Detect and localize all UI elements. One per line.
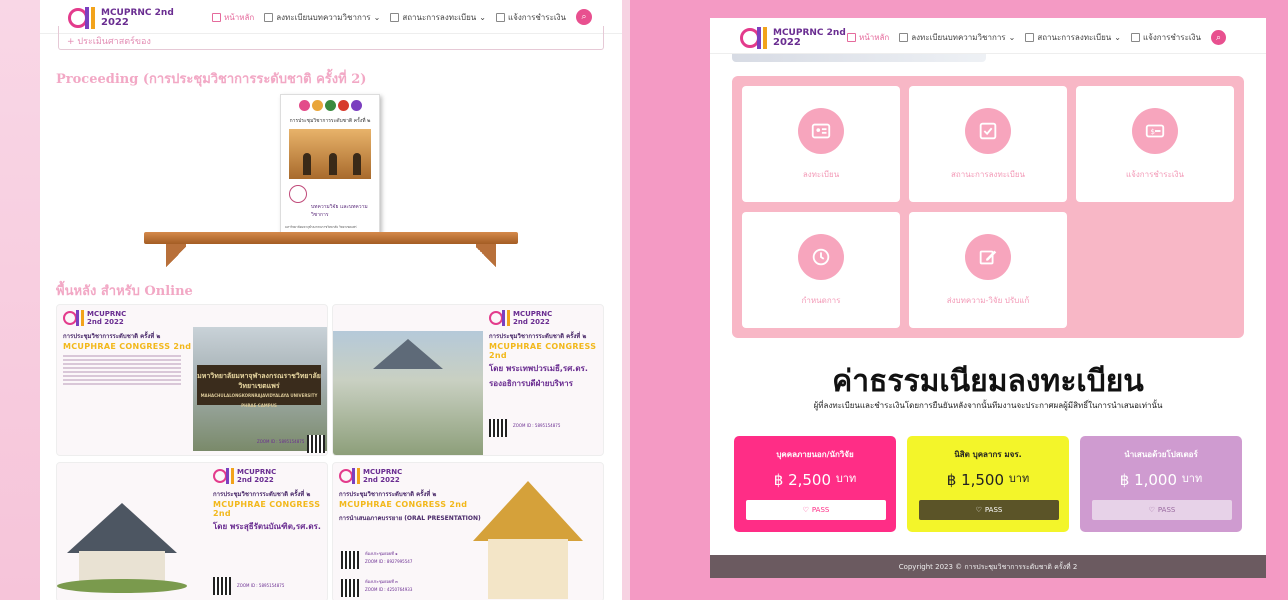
logo-line2: 2022	[773, 37, 801, 48]
heart-icon: ♡	[975, 506, 982, 514]
money-icon: $	[1132, 108, 1178, 154]
search-button[interactable]: ⌕	[1211, 30, 1226, 45]
site-logo[interactable]: MCUPRNC 2nd 2022	[740, 24, 846, 52]
document-icon	[899, 33, 909, 42]
university-seal-icon	[289, 185, 307, 203]
book-cover-photo	[289, 129, 371, 179]
menu-tile-grid: ลงทะเบียน สถานะการลงทะเบียน $ แจ้งการชำร…	[732, 76, 1244, 338]
document-icon	[264, 12, 274, 22]
logo-mark-icon	[489, 309, 511, 327]
search-button[interactable]: ⌕	[576, 9, 592, 25]
chevron-down-icon: ⌄	[1114, 33, 1121, 42]
heart-icon: ♡	[802, 506, 809, 514]
heart-icon: ♡	[1148, 506, 1155, 514]
credit-card-icon	[495, 12, 505, 22]
book-title: การประชุมวิชาการระดับชาติ ครั้งที่ ๒	[289, 118, 371, 124]
temple-building-photo	[57, 503, 187, 593]
banner-edge	[732, 54, 986, 62]
proceeding-title: Proceeding (การประชุมวิชาการระดับชาติ คร…	[56, 72, 367, 87]
nav-menu: หน้าหลัก ลงทะเบียนบทความวิชาการ ⌄ สถานะกา…	[211, 9, 592, 25]
background-card-4[interactable]: MCUPRNC 2nd 2022 การประชุมวิชาการระดับชา…	[332, 462, 604, 600]
background-card-1[interactable]: มหาวิทยาลัยมหาจุฬาลงกรณราชวิทยาลัย วิทยา…	[56, 304, 328, 456]
credit-card-icon	[1130, 33, 1140, 42]
background-section-title: พื้นหลัง สำหรับ Online	[56, 284, 193, 299]
top-navbar: MCUPRNC 2nd 2022 หน้าหลัก ลงทะเบียนบทควา…	[710, 18, 1266, 54]
book-subtitle: บทความวิจัย และบทความวิชาการ	[311, 204, 368, 218]
chevron-down-icon: ⌄	[1008, 33, 1016, 42]
tile-schedule[interactable]: กำหนดการ	[742, 212, 900, 328]
edit-icon	[965, 234, 1011, 280]
tile-submit-revision[interactable]: ส่งบทความ-วิจัย ปรับแก้	[909, 212, 1067, 328]
proceeding-book-cover[interactable]: การประชุมวิชาการระดับชาติ ครั้งที่ ๒ บทค…	[280, 94, 380, 234]
divider-strip	[622, 0, 630, 600]
logo-mark-icon	[213, 467, 235, 485]
tile-payment-notice[interactable]: $ แจ้งการชำระเงิน	[1076, 86, 1234, 202]
nav-menu: หน้าหลัก ลงทะเบียนบทความวิชาการ ⌄ สถานะกา…	[846, 30, 1226, 45]
tile-register[interactable]: ลงทะเบียน	[742, 86, 900, 202]
tile-registration-status[interactable]: สถานะการลงทะเบียน	[909, 86, 1067, 202]
fee-title: ค่าธรรมเนียมลงทะเบียน	[832, 364, 1144, 399]
wooden-shelf	[144, 232, 518, 244]
left-background-decoration	[0, 0, 40, 600]
chevron-down-icon: ⌄	[479, 12, 486, 22]
chevron-down-icon: ⌄	[373, 12, 381, 22]
right-screenshot: MCUPRNC 2nd 2022 หน้าหลัก ลงทะเบียนบทควา…	[710, 18, 1266, 578]
document-icon	[390, 12, 400, 22]
campus-aerial-photo	[333, 331, 483, 455]
shelf-bracket	[476, 244, 496, 270]
search-icon: ⌕	[1215, 32, 1222, 43]
university-sign-photo: มหาวิทยาลัยมหาจุฬาลงกรณราชวิทยาลัย วิทยา…	[193, 327, 327, 451]
home-icon	[846, 33, 856, 42]
nav-status[interactable]: สถานะการลงทะเบียน ⌄	[1025, 31, 1121, 44]
checkbox-icon	[965, 108, 1011, 154]
logo-mark-icon	[339, 467, 361, 485]
background-card-2[interactable]: MCUPRNC 2nd 2022 การประชุมวิชาการระดับชา…	[332, 304, 604, 456]
id-card-icon	[798, 108, 844, 154]
logo-mark-icon	[63, 309, 85, 327]
collapsed-accordion-row[interactable]: + ประเมินศาสตร์ของ	[58, 26, 604, 50]
pass-button[interactable]: ♡ PASS	[746, 500, 886, 520]
nav-payment[interactable]: แจ้งการชำระเงิน	[495, 11, 566, 24]
footer: Copyright 2023 © การประชุมวิชาการระดับชา…	[710, 555, 1266, 578]
pass-button[interactable]: ♡ PASS	[1092, 500, 1232, 520]
shelf-bracket	[166, 244, 186, 270]
background-card-3[interactable]: MCUPRNC 2nd 2022 การประชุมวิชาการระดับชา…	[56, 462, 328, 600]
search-icon: ⌕	[581, 12, 587, 22]
document-icon	[1025, 33, 1035, 42]
nav-submit[interactable]: ลงทะเบียนบทความวิชาการ ⌄	[899, 31, 1015, 44]
logo-mark-icon	[740, 25, 770, 51]
qr-code-icon	[341, 551, 359, 569]
clock-icon	[798, 234, 844, 280]
nav-home[interactable]: หน้าหลัก	[211, 11, 254, 24]
fee-subtitle: ผู้ที่ลงทะเบียนและชำระเงินโดยการยืนยันหล…	[813, 401, 1163, 410]
left-screenshot: MCUPRNC 2nd 2022 หน้าหลัก ลงทะเบียนบทควา…	[40, 0, 622, 600]
nav-status[interactable]: สถานะการลงทะเบียน ⌄	[390, 11, 486, 24]
qr-code-icon	[489, 419, 507, 437]
price-card-external: บุคคลภายนอก/นักวิจัย ฿ 2,500 บาท ♡ PASS	[734, 436, 896, 532]
price-card-poster: นำเสนอด้วยโปสเตอร์ ฿ 1,000 บาท ♡ PASS	[1080, 436, 1242, 532]
book-logos	[281, 100, 379, 111]
nav-payment[interactable]: แจ้งการชำระเงิน	[1130, 31, 1201, 44]
nav-home[interactable]: หน้าหลัก	[846, 31, 889, 44]
book-publisher: มหาวิทยาลัยมหาจุฬาลงกรณราชวิทยาลัย วิทยา…	[285, 225, 357, 229]
qr-code-icon	[213, 577, 231, 595]
qr-code-icon	[307, 435, 325, 453]
price-card-student: นิสิต บุคลากร มจร. ฿ 1,500 บาท ♡ PASS	[907, 436, 1069, 532]
nav-submit[interactable]: ลงทะเบียนบทความวิชาการ ⌄	[264, 11, 380, 24]
qr-code-icon	[341, 579, 359, 597]
svg-text:$: $	[1150, 127, 1155, 136]
home-icon	[211, 12, 221, 22]
pass-button[interactable]: ♡ PASS	[919, 500, 1059, 520]
